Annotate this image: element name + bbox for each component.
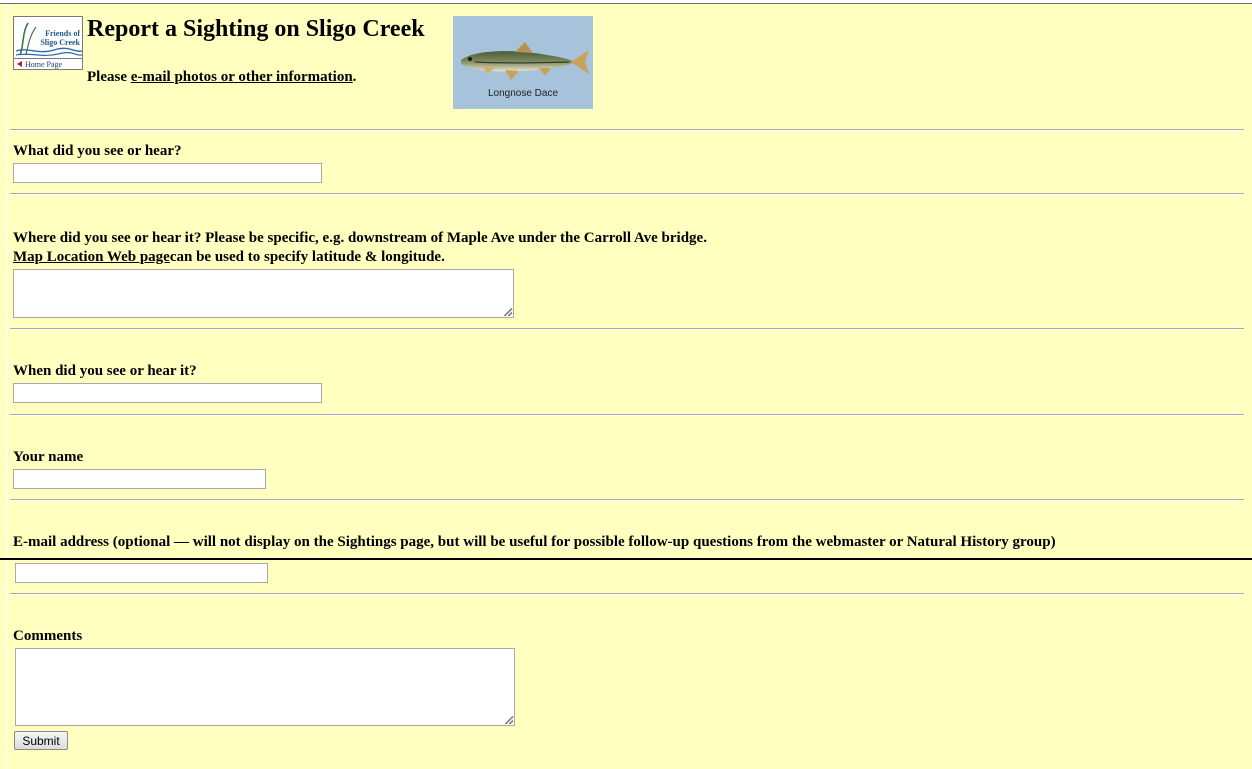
logo-line-2: Sligo Creek: [40, 38, 80, 47]
name-label: Your name: [13, 449, 84, 465]
divider: [10, 499, 1244, 501]
subtitle-prefix: Please: [87, 69, 131, 85]
what-input[interactable]: [13, 163, 322, 183]
page-title: Report a Sighting on Sligo Creek: [87, 16, 425, 42]
subtitle: Please e-mail photos or other informatio…: [87, 69, 356, 86]
where-label: Where did you see or hear it? Please be …: [13, 230, 707, 246]
map-location-link[interactable]: Map Location Web page: [13, 249, 170, 265]
longnose-dace-image: Longnose Dace: [453, 16, 593, 109]
email-input[interactable]: [15, 563, 268, 583]
name-input[interactable]: [13, 469, 266, 489]
divider: [10, 193, 1244, 195]
divider: [10, 593, 1244, 595]
image-caption: Longnose Dace: [487, 88, 559, 99]
subtitle-suffix: .: [352, 69, 357, 85]
what-label: What did you see or hear?: [13, 143, 182, 159]
home-page-label: Home Page: [14, 58, 82, 69]
map-location-line: Map Location Web pagecan be used to spec…: [13, 248, 445, 266]
email-label: E-mail address (optional — will not disp…: [13, 534, 1056, 550]
logo-line-1: Friends of: [45, 29, 80, 38]
divider: [10, 328, 1244, 330]
when-input[interactable]: [13, 383, 322, 403]
divider: [10, 129, 1244, 131]
map-location-suffix: can be used to specify latitude & longit…: [169, 249, 445, 265]
back-arrow-icon: [17, 61, 22, 67]
divider: [10, 414, 1244, 416]
home-page-logo-link[interactable]: Friends of Sligo Creek Home Page: [13, 16, 83, 70]
comments-label: Comments: [13, 628, 83, 644]
submit-button[interactable]: Submit: [14, 731, 68, 750]
where-textarea[interactable]: [13, 269, 514, 318]
home-page-text: Home Page: [25, 60, 63, 69]
when-label: When did you see or hear it?: [13, 363, 197, 379]
window-top-border: [0, 0, 1252, 4]
frame-divider: [0, 558, 1252, 560]
window-left-border: [7, 4, 8, 769]
comments-textarea[interactable]: [15, 648, 515, 726]
email-info-link[interactable]: e-mail photos or other information: [131, 69, 353, 85]
